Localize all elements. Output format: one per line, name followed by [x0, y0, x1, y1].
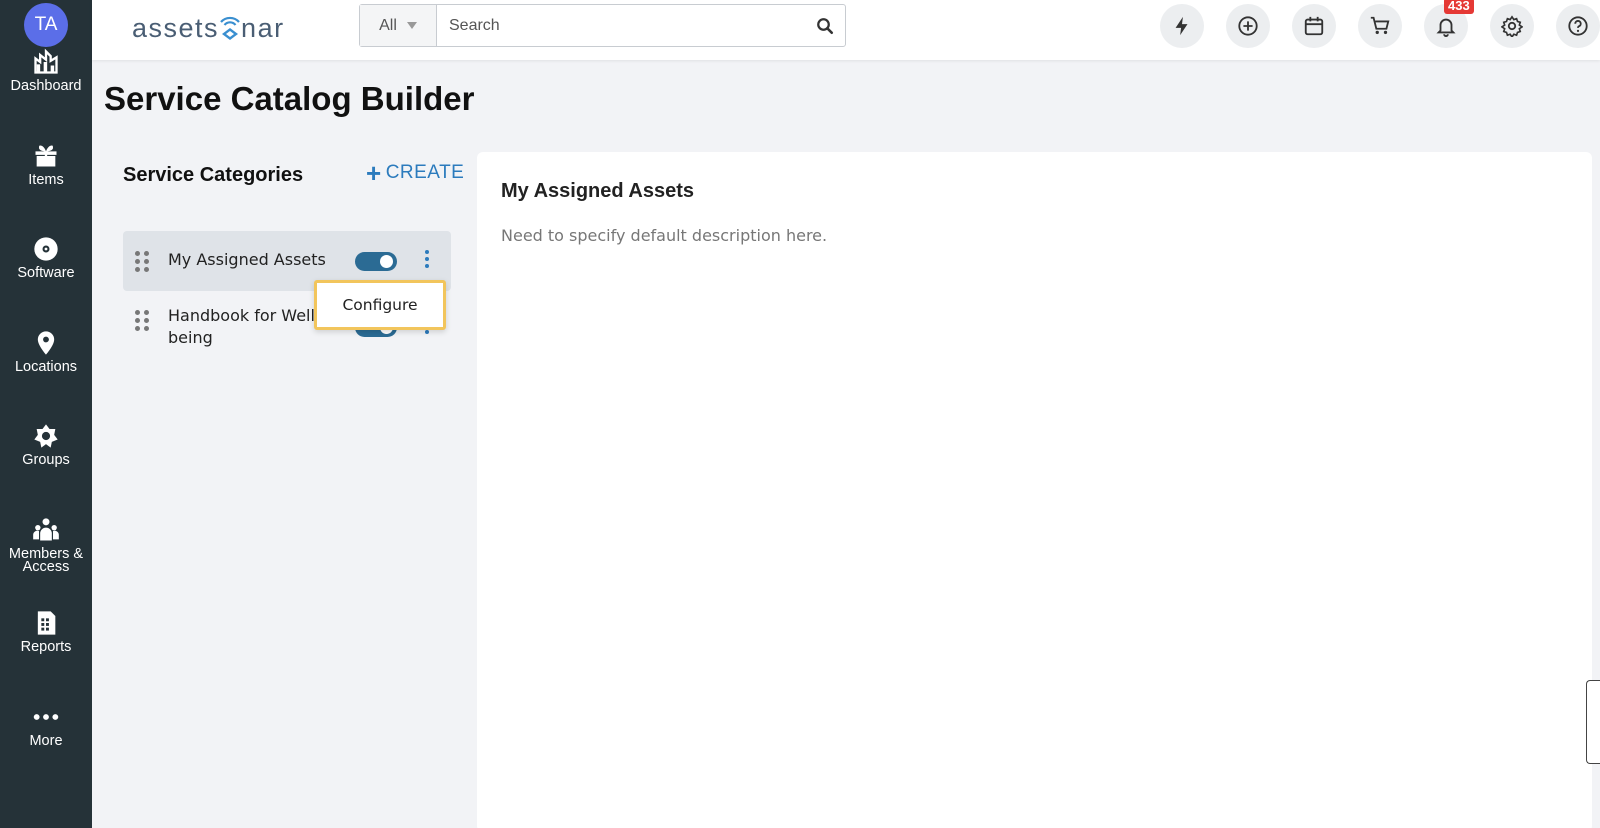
detail-description: Need to specify default description here… [501, 226, 828, 245]
detail-title: My Assigned Assets [501, 180, 695, 202]
cart-button[interactable] [1358, 4, 1402, 48]
cart-icon [1370, 16, 1390, 35]
logo-wifi-icon [219, 14, 241, 44]
location-pin-icon [31, 328, 61, 358]
logo-text-left: assets [132, 13, 220, 43]
search-button[interactable] [805, 5, 845, 46]
logo-text-right: nar [241, 13, 285, 43]
sidebar-item-label: Locations [14, 358, 78, 375]
lightning-icon [1175, 16, 1188, 36]
page-title: Service Catalog Builder [104, 80, 475, 117]
plus-icon: + [366, 158, 382, 188]
search-input[interactable] [437, 5, 805, 46]
sidebar-item-label: More [29, 732, 63, 749]
groups-icon [31, 421, 61, 451]
bell-icon [1436, 18, 1456, 37]
top-header: assets nar All Search 433 [92, 0, 1600, 60]
sidebar-item-reports[interactable]: Reports [0, 608, 92, 702]
sidebar-item-label: Items [28, 171, 64, 188]
help-side-tab[interactable] [1586, 680, 1600, 764]
items-icon [31, 141, 61, 171]
notification-badge: 433 [1444, 0, 1474, 14]
search-scope-select[interactable]: All [360, 5, 437, 46]
sidebar-item-software[interactable]: Software [0, 234, 92, 328]
create-label: CREATE [385, 162, 465, 183]
sidebar-item-label: Groups [22, 452, 70, 468]
categories-title: Service Categories [123, 164, 304, 186]
search-icon [817, 17, 834, 34]
reports-icon [31, 608, 61, 638]
category-toggle[interactable] [355, 252, 397, 271]
header-actions: 433 [1160, 0, 1600, 48]
sidebar-item-dashboard[interactable]: Dashboard [0, 47, 92, 141]
members-icon [31, 515, 61, 545]
plus-circle-icon [1238, 16, 1258, 36]
add-button[interactable] [1226, 4, 1270, 48]
sidebar-item-members-access[interactable]: Members & Access [0, 515, 92, 609]
sidebar-item-more[interactable]: More [0, 702, 92, 796]
notifications-button[interactable]: 433 [1424, 0, 1474, 48]
software-icon [31, 234, 61, 264]
configure-menu-item[interactable]: Configure [314, 280, 446, 330]
sidebar-item-items[interactable]: Items [0, 141, 92, 235]
category-detail-panel: My Assigned Assets Need to specify defau… [477, 152, 1592, 828]
calendar-icon [1304, 16, 1324, 36]
drag-handle-icon[interactable] [135, 310, 149, 331]
help-icon [1568, 16, 1588, 36]
sidebar-item-label: Software [17, 265, 75, 281]
drag-handle-icon[interactable] [135, 251, 149, 272]
search-bar: All [359, 4, 846, 47]
calendar-button[interactable] [1292, 4, 1336, 48]
chevron-down-icon [406, 22, 417, 29]
category-name: My Assigned Assets [168, 250, 326, 269]
sidebar-item-locations[interactable]: Locations [0, 328, 92, 422]
quick-actions-button[interactable] [1160, 4, 1204, 48]
gear-icon [1501, 15, 1523, 37]
settings-button[interactable] [1490, 4, 1534, 48]
kebab-menu-icon[interactable] [422, 250, 432, 268]
sidebar-item-label: Dashboard [10, 78, 82, 94]
service-categories-panel: Service Categories + CREATE My Assigned … [104, 150, 464, 828]
more-dots-icon [31, 702, 61, 732]
sidebar-item-label: Members & Access [8, 545, 84, 575]
logo[interactable]: assets nar [132, 8, 285, 44]
sidebar-item-label: Reports [20, 639, 72, 655]
help-button[interactable] [1556, 4, 1600, 48]
create-category-button[interactable]: + CREATE [366, 158, 465, 188]
avatar[interactable]: TA [24, 3, 68, 47]
sidebar: TA Dashboard Items Software Locations Gr… [0, 0, 92, 828]
dashboard-icon [31, 47, 61, 77]
sidebar-item-groups[interactable]: Groups [0, 421, 92, 515]
search-scope-value: All [379, 16, 397, 34]
